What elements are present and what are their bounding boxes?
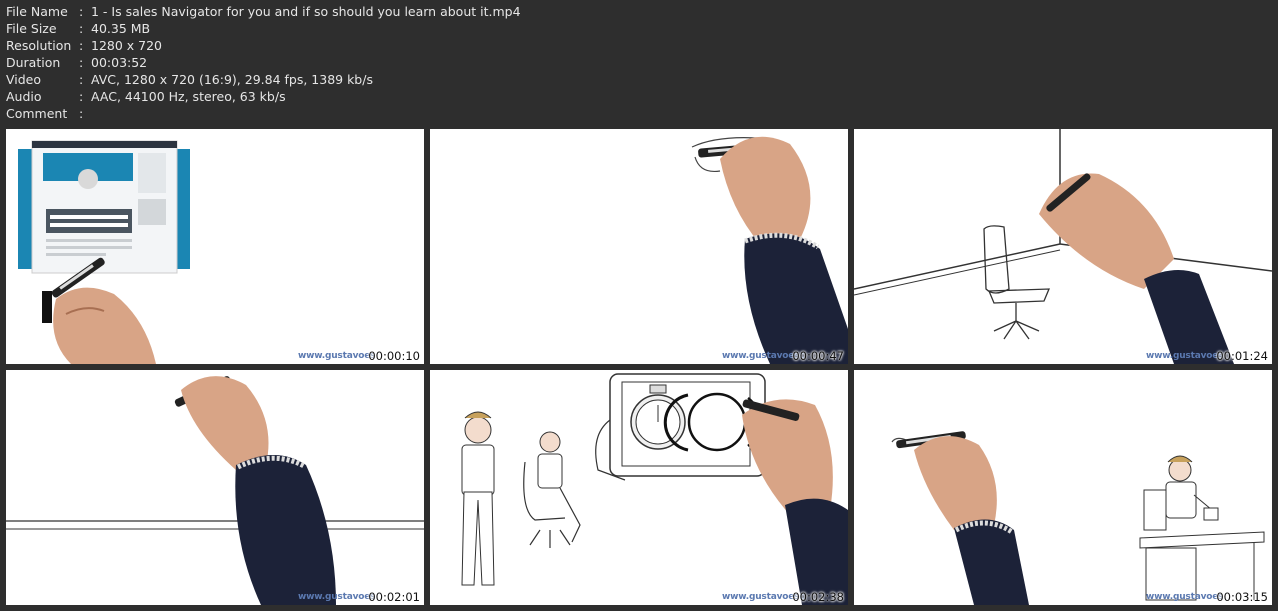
frame-drawing <box>461 373 848 605</box>
info-key: File Name <box>6 4 68 19</box>
thumbnail-grid: www.gustavoes 00:00:10 www.gustavoesc 00… <box>6 129 1274 607</box>
timestamp-label: 00:00:47 <box>792 349 844 363</box>
timestamp-label: 00:01:24 <box>1216 349 1268 363</box>
frame-drawing <box>18 140 190 364</box>
info-row-file-size: File Size : 40.35 MB <box>6 20 521 37</box>
video-thumbnail[interactable]: www.gustavoes 00:01:24 <box>854 129 1272 364</box>
watermark: www.gustavoes <box>298 351 376 361</box>
info-separator: : <box>79 89 84 104</box>
info-separator: : <box>79 72 84 87</box>
info-separator: : <box>79 106 84 121</box>
info-value: 1 - Is sales Navigator for you and if so… <box>91 4 521 19</box>
video-thumbnail[interactable]: www.gustavoes 00:02:01 <box>6 370 424 605</box>
info-separator: : <box>79 4 84 19</box>
info-key: Comment <box>6 106 68 121</box>
frame-drawing <box>854 129 1272 364</box>
info-value: 40.35 MB <box>91 21 151 36</box>
frame-drawing <box>691 136 848 364</box>
info-key: File Size <box>6 21 57 36</box>
info-row-duration: Duration : 00:03:52 <box>6 54 521 71</box>
info-value: AVC, 1280 x 720 (16:9), 29.84 fps, 1389 … <box>91 72 373 87</box>
timestamp-label: 00:02:38 <box>792 590 844 604</box>
info-key: Duration <box>6 55 61 70</box>
watermark: www.gustavoes <box>1146 592 1224 602</box>
timestamp-label: 00:00:10 <box>368 349 420 363</box>
info-row-comment: Comment : <box>6 105 521 122</box>
video-thumbnail[interactable]: www.gustavoesc 00:00:47 <box>430 129 848 364</box>
info-value: 1280 x 720 <box>91 38 163 53</box>
watermark: www.gustavoes <box>1146 351 1224 361</box>
info-separator: : <box>79 38 84 53</box>
info-key: Video <box>6 72 42 87</box>
video-thumbnail[interactable]: www.gustavoes 00:03:15 <box>854 370 1272 605</box>
info-row-resolution: Resolution : 1280 x 720 <box>6 37 521 54</box>
info-separator: : <box>79 21 84 36</box>
info-separator: : <box>79 55 84 70</box>
watermark: www.gustavoes <box>298 592 376 602</box>
video-thumbnail[interactable]: www.gustavoes 00:00:10 <box>6 129 424 364</box>
media-info-panel: File Name : 1 - Is sales Navigator for y… <box>6 3 521 122</box>
info-key: Resolution <box>6 38 72 53</box>
frame-drawing <box>891 431 1265 605</box>
timestamp-label: 00:03:15 <box>1216 590 1268 604</box>
info-row-video: Video : AVC, 1280 x 720 (16:9), 29.84 fp… <box>6 71 521 88</box>
timestamp-label: 00:02:01 <box>368 590 420 604</box>
info-value: AAC, 44100 Hz, stereo, 63 kb/s <box>91 89 286 104</box>
info-key: Audio <box>6 89 42 104</box>
video-thumbnail[interactable]: www.gustavoesc 00:02:38 <box>430 370 848 605</box>
info-value: 00:03:52 <box>91 55 148 70</box>
info-row-audio: Audio : AAC, 44100 Hz, stereo, 63 kb/s <box>6 88 521 105</box>
frame-drawing <box>6 376 424 605</box>
info-row-file-name: File Name : 1 - Is sales Navigator for y… <box>6 3 521 20</box>
